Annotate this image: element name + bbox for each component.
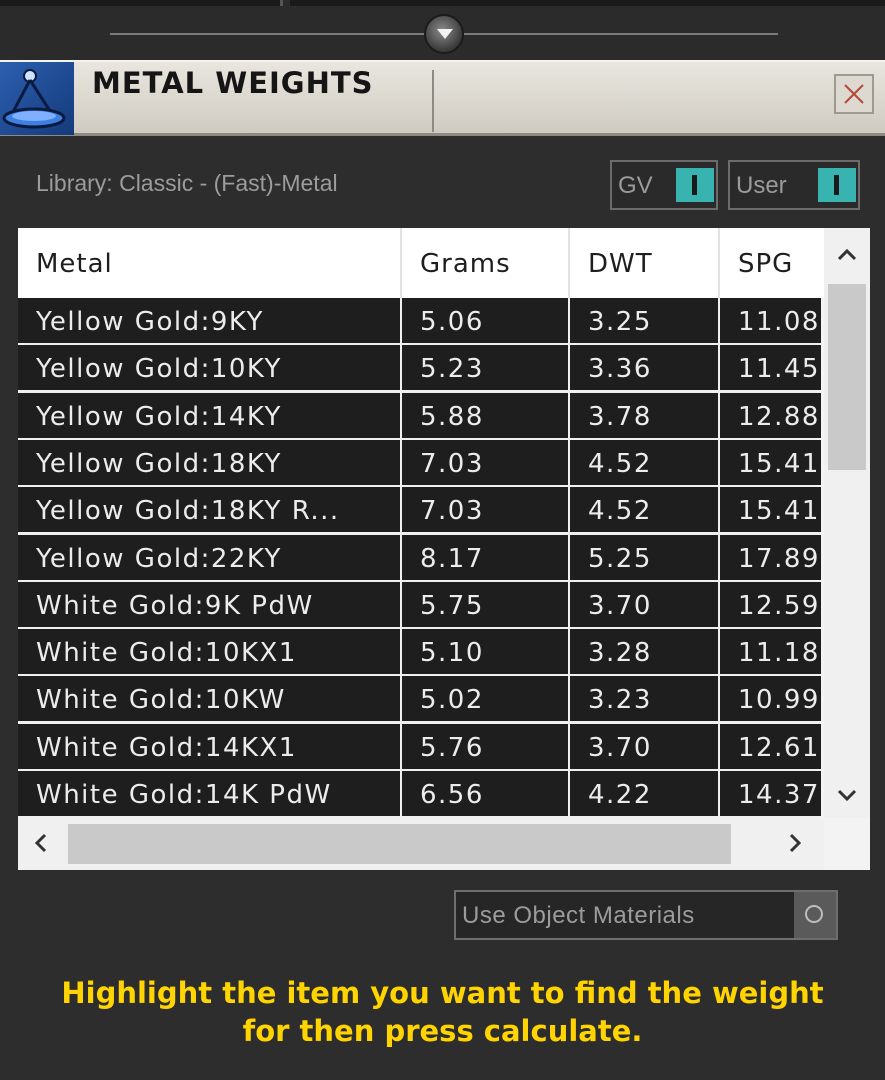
table-cell-dwt: 4.52	[570, 487, 718, 533]
panel-title: METAL WEIGHTS	[92, 66, 374, 100]
table-cell-dwt: 3.23	[570, 676, 718, 722]
table-cell-metal: Yellow Gold:18KY R...	[18, 487, 400, 533]
scroll-down-icon[interactable]	[836, 784, 858, 806]
table-cell-spg: 11.18	[720, 629, 821, 675]
scale-icon	[0, 62, 74, 135]
table-cell-metal: White Gold:14KX1	[18, 723, 400, 769]
horizontal-scrollbar[interactable]	[18, 818, 824, 870]
use-object-materials-label: Use Object Materials	[462, 902, 695, 929]
table-row[interactable]: White Gold:10KW 5.02 3.23 10.99	[18, 676, 821, 723]
table-cell-grams: 5.02	[402, 676, 568, 722]
close-icon	[844, 84, 864, 104]
table-cell-metal: Yellow Gold:22KY	[18, 534, 400, 580]
hint-text: Highlight the item you want to find the …	[0, 974, 885, 1050]
scroll-right-icon[interactable]	[784, 832, 806, 854]
table-cell-dwt: 5.25	[570, 534, 718, 580]
collapse-button[interactable]	[424, 14, 464, 54]
table-cell-grams: 7.03	[402, 439, 568, 485]
table-cell-grams: 5.06	[402, 298, 568, 343]
user-switch[interactable]	[818, 168, 856, 202]
table-cell-grams: 7.03	[402, 487, 568, 533]
table-cell-dwt: 3.70	[570, 581, 718, 627]
table-cell-spg: 12.88	[720, 392, 821, 438]
vertical-scrollbar[interactable]	[824, 228, 870, 818]
table-cell-spg: 11.08	[720, 298, 821, 343]
table-row[interactable]: White Gold:14KX1 5.76 3.70 12.61	[18, 723, 821, 771]
gv-toggle[interactable]: GV	[610, 160, 718, 210]
table-cell-metal: White Gold:10KW	[18, 676, 400, 722]
table-cell-grams: 5.75	[402, 581, 568, 627]
table-row[interactable]: White Gold:10KX1 5.10 3.28 11.18	[18, 629, 821, 676]
table-cell-metal: White Gold:14K PdW	[18, 771, 400, 816]
table-cell-spg: 10.99	[720, 676, 821, 722]
table-body: Yellow Gold:9KY 5.06 3.25 11.08 Yellow Gold:…	[18, 298, 821, 818]
table-cell-spg: 11.45	[720, 345, 821, 391]
column-header-dwt[interactable]: DWT	[570, 228, 720, 298]
panel-header: METAL WEIGHTS	[0, 60, 885, 136]
scroll-left-icon[interactable]	[30, 832, 52, 854]
user-toggle-label: User	[736, 172, 787, 199]
table-cell-metal: White Gold:9K PdW	[18, 581, 400, 627]
table-row[interactable]: Yellow Gold:18KY R... 7.03 4.52 15.41	[18, 487, 821, 534]
column-header-spg[interactable]: SPG	[720, 228, 824, 298]
panel-tab-right[interactable]	[290, 0, 885, 6]
table-cell-grams: 5.10	[402, 629, 568, 675]
switch-on-icon	[692, 175, 697, 195]
table-cell-metal: White Gold:10KX1	[18, 629, 400, 675]
radio-off-icon	[805, 905, 823, 923]
table-cell-grams: 5.88	[402, 392, 568, 438]
table-cell-grams: 5.76	[402, 723, 568, 769]
switch-on-icon	[834, 175, 839, 195]
table-cell-grams: 8.17	[402, 534, 568, 580]
table-cell-dwt: 3.25	[570, 298, 718, 343]
table-cell-spg: 17.89	[720, 534, 821, 580]
table-cell-spg: 15.41	[720, 439, 821, 485]
table-cell-dwt: 3.78	[570, 392, 718, 438]
column-header-metal[interactable]: Metal	[18, 228, 402, 298]
table-cell-metal: Yellow Gold:14KY	[18, 392, 400, 438]
user-toggle[interactable]: User	[728, 160, 860, 210]
column-header-grams[interactable]: Grams	[402, 228, 570, 298]
vertical-scroll-thumb[interactable]	[828, 284, 866, 470]
table-row[interactable]: White Gold:9K PdW 5.75 3.70 12.59	[18, 581, 821, 629]
table-header: Metal Grams DWT SPG	[18, 228, 824, 298]
hint-line-1: Highlight the item you want to find the …	[61, 976, 824, 1010]
use-object-materials-radio[interactable]	[794, 892, 836, 938]
top-strip	[0, 0, 885, 60]
chevron-down-icon	[437, 29, 453, 39]
use-object-materials-option[interactable]: Use Object Materials	[454, 890, 838, 940]
metal-weights-table: Metal Grams DWT SPG Yellow Gold:9KY 5.06 3…	[18, 228, 870, 870]
close-button[interactable]	[834, 74, 874, 114]
table-row[interactable]: White Gold:14K PdW 6.56 4.22 14.37	[18, 771, 821, 818]
panel-tab-left[interactable]	[0, 0, 283, 6]
table-row[interactable]: Yellow Gold:14KY 5.88 3.78 12.88	[18, 392, 821, 440]
table-row[interactable]: Yellow Gold:10KY 5.23 3.36 11.45	[18, 345, 821, 392]
table-row[interactable]: Yellow Gold:18KY 7.03 4.52 15.41	[18, 439, 821, 487]
table-cell-dwt: 4.52	[570, 439, 718, 485]
table-row[interactable]: Yellow Gold:22KY 8.17 5.25 17.89	[18, 534, 821, 582]
table-cell-grams: 5.23	[402, 345, 568, 391]
gv-switch[interactable]	[676, 168, 714, 202]
table-cell-spg: 12.61	[720, 723, 821, 769]
horizontal-scroll-thumb[interactable]	[68, 824, 731, 864]
scroll-up-icon[interactable]	[836, 244, 858, 266]
hint-line-2: for then press calculate.	[242, 1014, 643, 1048]
gv-toggle-label: GV	[618, 172, 653, 199]
header-divider	[432, 70, 434, 132]
table-cell-dwt: 4.22	[570, 771, 718, 816]
table-cell-dwt: 3.28	[570, 629, 718, 675]
table-cell-grams: 6.56	[402, 771, 568, 816]
table-cell-metal: Yellow Gold:9KY	[18, 298, 400, 343]
library-label: Library: Classic - (Fast)-Metal	[36, 170, 338, 196]
table-cell-spg: 14.37	[720, 771, 821, 816]
table-cell-dwt: 3.36	[570, 345, 718, 391]
table-cell-metal: Yellow Gold:18KY	[18, 439, 400, 485]
table-row[interactable]: Yellow Gold:9KY 5.06 3.25 11.08	[18, 298, 821, 345]
table-cell-metal: Yellow Gold:10KY	[18, 345, 400, 391]
table-cell-spg: 12.59	[720, 581, 821, 627]
table-cell-dwt: 3.70	[570, 723, 718, 769]
table-cell-spg: 15.41	[720, 487, 821, 533]
